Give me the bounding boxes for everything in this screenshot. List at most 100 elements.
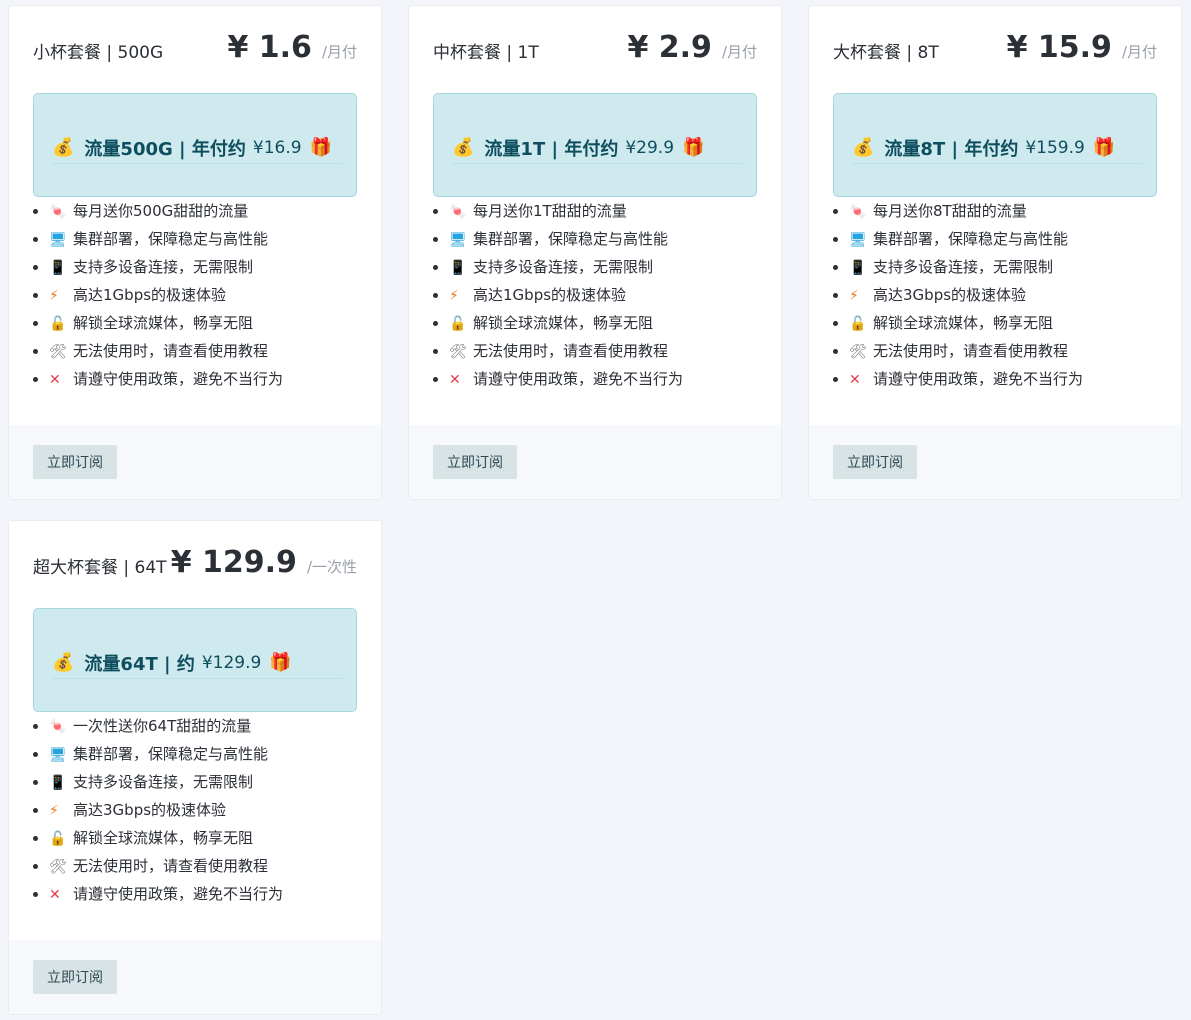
money-bag-icon: 💰 [452,137,475,158]
plan-period: /一次性 [306,558,357,576]
plan-price: ¥ 2.9 [627,30,712,65]
lightning-icon: ⚡ [449,288,459,304]
gift-icon: 🎁 [1092,137,1116,158]
promo-text: 流量8T | 年付约 [884,138,1019,160]
plan-price: ¥ 129.9 [170,545,297,580]
money-bag-icon: 💰 [52,137,75,158]
plan-card-extra-large: 超大杯套餐 | 64T ¥ 129.9 /一次性 💰 流量64T | 约 ¥12… [8,520,382,1015]
feature-list: 🍬每月送你500G甜甜的流量 🖥集群部署，保障稳定与高性能 📱支持多设备连接，无… [49,197,283,393]
promo-box: 💰 流量1T | 年付约 ¥29.9 🎁 [433,93,757,197]
lightning-icon: ⚡ [849,288,859,304]
subscribe-button[interactable]: 立即订阅 [33,960,117,994]
feature-item: ✕请遵守使用政策，避免不当行为 [849,365,1083,393]
money-bag-icon: 💰 [852,137,875,158]
feature-item: 🔓解锁全球流媒体，畅享无阻 [49,824,283,852]
feature-item: 🍬每月送你8T甜甜的流量 [849,197,1083,225]
computer-icon: 🖥 [49,747,67,763]
plan-card-body: 中杯套餐 | 1T ¥ 2.9 /月付 💰 流量1T | 年付约 ¥29.9 🎁… [409,6,781,425]
plan-header: 超大杯套餐 | 64T ¥ 129.9 /一次性 [33,521,357,609]
tools-icon: 🛠 [849,344,867,360]
gift-icon: 🎁 [309,137,332,158]
feature-item: 📱支持多设备连接，无需限制 [49,253,283,281]
feature-item: 🍬每月送你1T甜甜的流量 [449,197,683,225]
price-block: ¥ 15.9 /月付 [1007,30,1157,65]
plan-name: 大杯套餐 | 8T [833,43,939,63]
phone-icon: 📱 [849,260,867,276]
subscribe-button[interactable]: 立即订阅 [433,445,517,479]
feature-item: ⚡高达1Gbps的极速体验 [449,281,683,309]
plan-card-medium: 中杯套餐 | 1T ¥ 2.9 /月付 💰 流量1T | 年付约 ¥29.9 🎁… [408,5,782,500]
plan-name: 中杯套餐 | 1T [433,43,539,63]
feature-item: 🍬一次性送你64T甜甜的流量 [49,712,283,740]
money-bag-icon: 💰 [52,652,75,673]
feature-item: 🛠无法使用时，请查看使用教程 [49,337,283,365]
promo-text: 流量64T | 约 [84,653,195,675]
feature-item: ✕请遵守使用政策，避免不当行为 [49,880,283,908]
plan-period: /月付 [1121,43,1157,61]
promo-line: 💰 流量500G | 年付约 ¥16.9 🎁 [52,132,342,164]
feature-item: 🖥集群部署，保障稳定与高性能 [849,225,1083,253]
plan-period: /月付 [721,43,757,61]
promo-price: ¥129.9 [201,652,262,673]
cross-mark-icon: ✕ [49,372,61,388]
tools-icon: 🛠 [49,859,67,875]
plan-card-body: 超大杯套餐 | 64T ¥ 129.9 /一次性 💰 流量64T | 约 ¥12… [9,521,381,940]
candy-icon: 🍬 [449,204,467,220]
computer-icon: 🖥 [49,232,67,248]
gift-icon: 🎁 [682,137,705,158]
promo-price: ¥29.9 [625,137,675,158]
tools-icon: 🛠 [449,344,467,360]
unlock-icon: 🔓 [49,831,67,847]
phone-icon: 📱 [49,775,67,791]
feature-item: 🛠无法使用时，请查看使用教程 [849,337,1083,365]
promo-line: 💰 流量64T | 约 ¥129.9 🎁 [52,647,342,679]
feature-item: ⚡高达1Gbps的极速体验 [49,281,283,309]
price-block: ¥ 2.9 /月付 [627,30,757,65]
cross-mark-icon: ✕ [49,887,61,903]
promo-box: 💰 流量500G | 年付约 ¥16.9 🎁 [33,93,357,197]
gift-icon: 🎁 [269,652,292,673]
lightning-icon: ⚡ [49,803,59,819]
feature-item: 🛠无法使用时，请查看使用教程 [49,852,283,880]
plan-header: 中杯套餐 | 1T ¥ 2.9 /月付 [433,6,757,94]
tools-icon: 🛠 [49,344,67,360]
promo-text: 流量1T | 年付约 [484,138,619,160]
feature-list: 🍬一次性送你64T甜甜的流量 🖥集群部署，保障稳定与高性能 📱支持多设备连接，无… [49,712,283,908]
promo-text: 流量500G | 年付约 [84,138,246,160]
feature-item: ✕请遵守使用政策，避免不当行为 [449,365,683,393]
price-block: ¥ 1.6 /月付 [227,30,357,65]
phone-icon: 📱 [49,260,67,276]
plan-price: ¥ 15.9 [1006,30,1112,65]
plan-price: ¥ 1.6 [227,30,312,65]
plan-header: 大杯套餐 | 8T ¥ 15.9 /月付 [833,6,1157,94]
subscribe-button[interactable]: 立即订阅 [33,445,117,479]
price-block: ¥ 129.9 /一次性 [171,545,357,580]
plan-header: 小杯套餐 | 500G ¥ 1.6 /月付 [33,6,357,94]
feature-item: 🔓解锁全球流媒体，畅享无阻 [849,309,1083,337]
feature-item: 🖥集群部署，保障稳定与高性能 [449,225,683,253]
plan-card-footer: 立即订阅 [9,425,381,499]
plan-card-body: 小杯套餐 | 500G ¥ 1.6 /月付 💰 流量500G | 年付约 ¥16… [9,6,381,425]
promo-box: 💰 流量64T | 约 ¥129.9 🎁 [33,608,357,712]
candy-icon: 🍬 [49,204,67,220]
feature-item: 📱支持多设备连接，无需限制 [849,253,1083,281]
feature-list: 🍬每月送你8T甜甜的流量 🖥集群部署，保障稳定与高性能 📱支持多设备连接，无需限… [849,197,1083,393]
plan-card-footer: 立即订阅 [809,425,1181,499]
feature-list: 🍬每月送你1T甜甜的流量 🖥集群部署，保障稳定与高性能 📱支持多设备连接，无需限… [449,197,683,393]
promo-price: ¥16.9 [252,137,302,158]
plan-card-small: 小杯套餐 | 500G ¥ 1.6 /月付 💰 流量500G | 年付约 ¥16… [8,5,382,500]
feature-item: 📱支持多设备连接，无需限制 [449,253,683,281]
feature-item: 🔓解锁全球流媒体，畅享无阻 [49,309,283,337]
computer-icon: 🖥 [849,232,867,248]
feature-item: ✕请遵守使用政策，避免不当行为 [49,365,283,393]
plan-card-body: 大杯套餐 | 8T ¥ 15.9 /月付 💰 流量8T | 年付约 ¥159.9… [809,6,1181,425]
unlock-icon: 🔓 [49,316,67,332]
feature-item: 🔓解锁全球流媒体，畅享无阻 [449,309,683,337]
cross-mark-icon: ✕ [449,372,461,388]
plan-name: 超大杯套餐 | 64T [33,558,167,578]
cross-mark-icon: ✕ [849,372,861,388]
feature-item: 🍬每月送你500G甜甜的流量 [49,197,283,225]
feature-item: 🛠无法使用时，请查看使用教程 [449,337,683,365]
subscribe-button[interactable]: 立即订阅 [833,445,917,479]
lightning-icon: ⚡ [49,288,59,304]
